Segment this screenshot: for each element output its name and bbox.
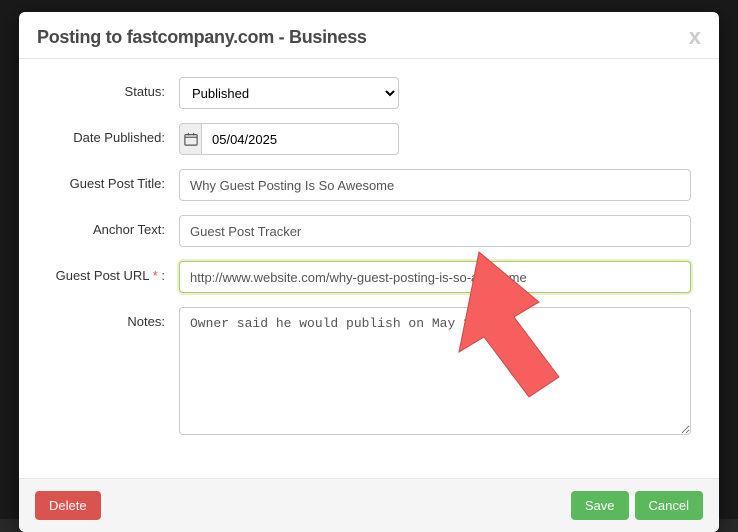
guest-post-title-input[interactable] — [179, 169, 691, 201]
row-title: Guest Post Title: — [47, 169, 691, 201]
label-url: Guest Post URL * : — [47, 261, 179, 283]
date-group — [179, 123, 399, 155]
row-date: Date Published: — [47, 123, 691, 155]
label-status: Status: — [47, 77, 179, 99]
status-select[interactable]: Published — [179, 77, 399, 109]
label-title: Guest Post Title: — [47, 169, 179, 191]
row-notes: Notes: Owner said he would publish on Ma… — [47, 307, 691, 440]
label-date: Date Published: — [47, 123, 179, 145]
guest-post-url-input[interactable] — [179, 261, 691, 293]
cancel-button[interactable]: Cancel — [635, 491, 703, 520]
anchor-text-input[interactable] — [179, 215, 691, 247]
save-button[interactable]: Save — [571, 491, 629, 520]
row-url: Guest Post URL * : — [47, 261, 691, 293]
row-anchor: Anchor Text: — [47, 215, 691, 247]
posting-modal: Posting to fastcompany.com - Business x … — [19, 12, 719, 532]
row-status: Status: Published — [47, 77, 691, 109]
notes-textarea[interactable]: Owner said he would publish on May 3rd. — [179, 307, 691, 435]
modal-title: Posting to fastcompany.com - Business — [37, 27, 367, 48]
date-input[interactable] — [201, 123, 399, 155]
modal-header: Posting to fastcompany.com - Business x — [19, 12, 719, 59]
delete-button[interactable]: Delete — [35, 491, 101, 520]
modal-footer: Delete Save Cancel — [19, 478, 719, 532]
close-icon[interactable]: x — [689, 26, 701, 48]
label-anchor: Anchor Text: — [47, 215, 179, 237]
calendar-icon[interactable] — [179, 123, 201, 155]
modal-body: Status: Published Date Published: Guest … — [19, 59, 719, 478]
label-notes: Notes: — [47, 307, 179, 329]
